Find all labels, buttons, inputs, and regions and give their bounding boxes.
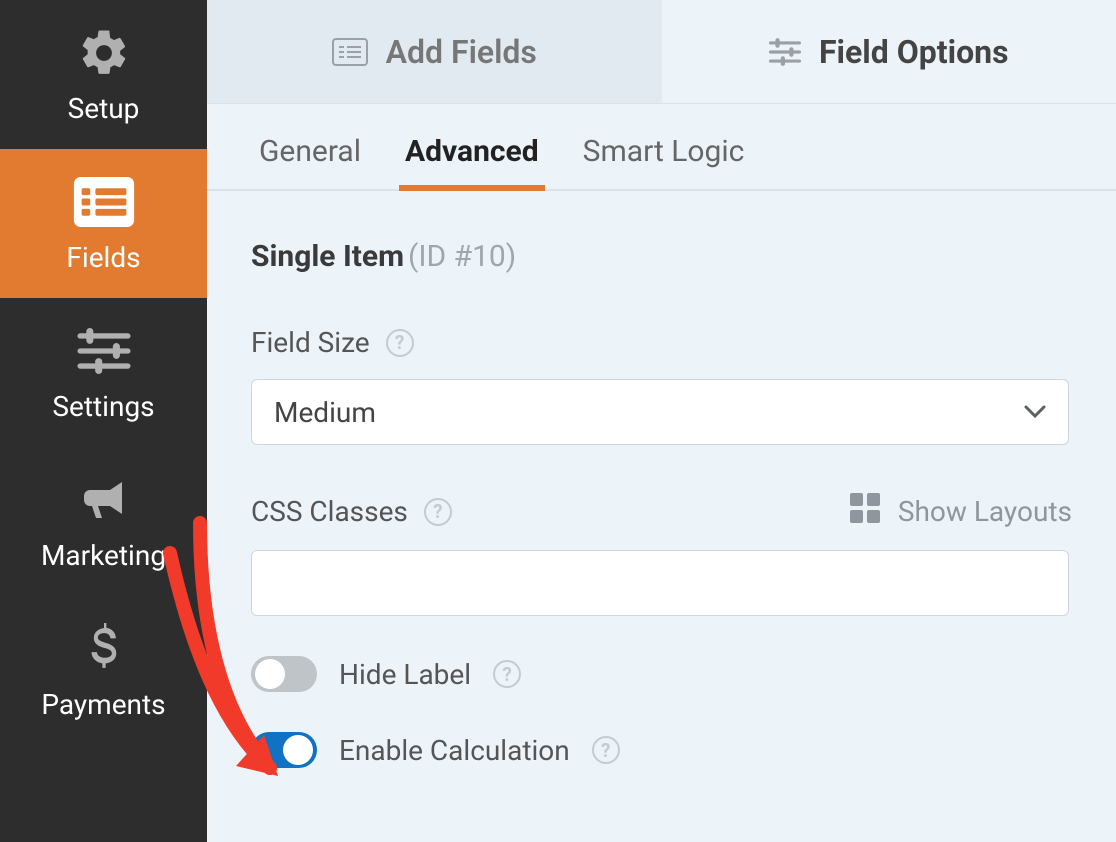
section-header: Single Item (ID #10) <box>251 239 1072 274</box>
chevron-down-icon <box>1024 405 1046 419</box>
help-icon[interactable]: ? <box>592 736 620 764</box>
list-icon <box>73 177 135 227</box>
show-layouts-label: Show Layouts <box>898 495 1072 528</box>
gear-icon <box>77 28 131 78</box>
section-id: (ID #10) <box>408 239 516 274</box>
tab-field-options[interactable]: Field Options <box>662 0 1116 103</box>
hide-label-toggle[interactable] <box>251 656 317 692</box>
css-classes-label: CSS Classes <box>251 495 408 528</box>
sidebar-item-settings[interactable]: Settings <box>0 298 207 447</box>
field-size-select[interactable]: Medium <box>251 379 1069 445</box>
field-size-row: Field Size ? Medium <box>251 326 1072 445</box>
sidebar-item-marketing[interactable]: Marketing <box>0 447 207 596</box>
sidebar-item-fields[interactable]: Fields <box>0 149 207 298</box>
sub-tab-smart-logic[interactable]: Smart Logic <box>583 134 745 189</box>
sidebar-item-label: Settings <box>52 390 154 423</box>
tab-add-fields[interactable]: Add Fields <box>207 0 662 103</box>
css-classes-input[interactable] <box>251 550 1069 616</box>
grid-icon <box>850 493 880 530</box>
css-classes-header: CSS Classes ? Show Layouts <box>251 493 1072 530</box>
help-icon[interactable]: ? <box>424 498 452 526</box>
main-panel: Add Fields Field Options General Advance… <box>207 0 1116 842</box>
sidebar-item-label: Payments <box>41 688 165 721</box>
enable-calculation-label: Enable Calculation <box>339 734 570 767</box>
sidebar-item-setup[interactable]: Setup <box>0 0 207 149</box>
field-size-value: Medium <box>274 396 376 429</box>
section-title: Single Item <box>251 239 404 274</box>
top-tabs: Add Fields Field Options <box>207 0 1116 104</box>
sidebar-item-label: Setup <box>68 92 140 125</box>
help-icon[interactable]: ? <box>386 329 414 357</box>
bullhorn-icon <box>77 475 131 525</box>
enable-calculation-row: Enable Calculation ? <box>251 732 1072 768</box>
hide-label-row: Hide Label ? <box>251 656 1072 692</box>
sub-tabs: General Advanced Smart Logic <box>207 104 1116 191</box>
sidebar-item-label: Marketing <box>41 539 166 572</box>
tab-label: Field Options <box>819 33 1009 71</box>
sub-tab-general[interactable]: General <box>259 134 361 189</box>
field-options-content: Single Item (ID #10) Field Size ? Medium… <box>207 191 1116 768</box>
sidebar-item-payments[interactable]: Payments <box>0 596 207 745</box>
dollar-icon <box>87 624 121 674</box>
enable-calculation-toggle[interactable] <box>251 732 317 768</box>
sliders-icon <box>769 38 801 66</box>
show-layouts-button[interactable]: Show Layouts <box>850 493 1072 530</box>
field-size-label: Field Size <box>251 326 370 359</box>
sidebar-item-label: Fields <box>66 241 140 274</box>
tab-label: Add Fields <box>386 33 537 71</box>
sidebar: Setup Fields Settings Marketing Payments <box>0 0 207 842</box>
sliders-icon <box>77 326 131 376</box>
hide-label-label: Hide Label <box>339 658 471 691</box>
sub-tab-advanced[interactable]: Advanced <box>405 134 539 189</box>
list-card-icon <box>332 38 368 66</box>
help-icon[interactable]: ? <box>493 660 521 688</box>
